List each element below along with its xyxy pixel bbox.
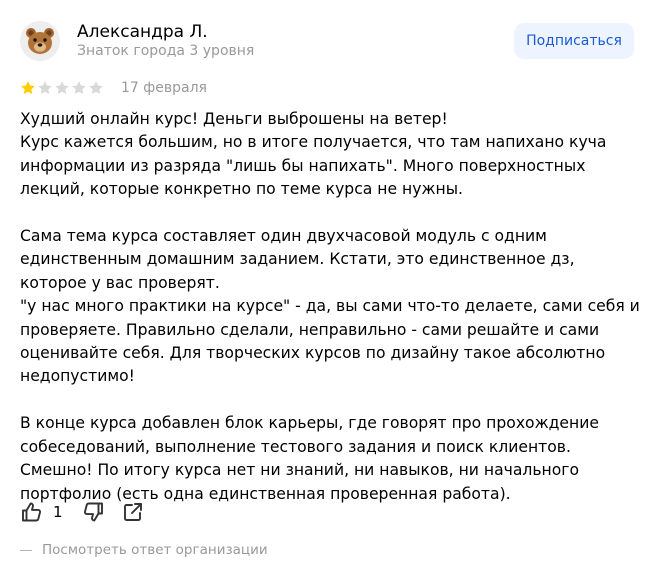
thumbs-up-icon	[22, 502, 42, 522]
like-count: 1	[53, 503, 63, 521]
org-reply-label: Посмотреть ответ организации	[42, 542, 268, 558]
review-date: 17 февраля	[121, 80, 207, 96]
thumbs-down-icon	[83, 502, 103, 522]
org-reply-link[interactable]: Посмотреть ответ организации	[20, 541, 268, 559]
like-button[interactable]: 1	[20, 500, 81, 524]
star-icon	[21, 81, 35, 94]
author-avatar[interactable]	[20, 21, 60, 61]
author-name[interactable]: Александра Л.	[77, 21, 208, 43]
bear-face-icon	[20, 21, 60, 61]
dislike-button[interactable]	[81, 500, 105, 524]
review-actions: 1	[20, 500, 145, 524]
author-level: Знаток города 3 уровня	[77, 43, 255, 59]
review-text: Худший онлайн курс! Деньги выброшены на …	[20, 110, 640, 503]
share-icon	[123, 503, 142, 521]
star-icon	[38, 81, 52, 94]
review-card: Александра Л. Знаток города 3 уровня Под…	[0, 0, 660, 568]
share-button[interactable]	[121, 500, 145, 524]
dash-divider	[20, 549, 32, 551]
star-rating	[20, 80, 104, 96]
star-icon	[89, 81, 103, 94]
star-icon	[55, 81, 69, 94]
star-icon	[72, 81, 86, 94]
subscribe-button[interactable]: Подписаться	[514, 23, 634, 59]
